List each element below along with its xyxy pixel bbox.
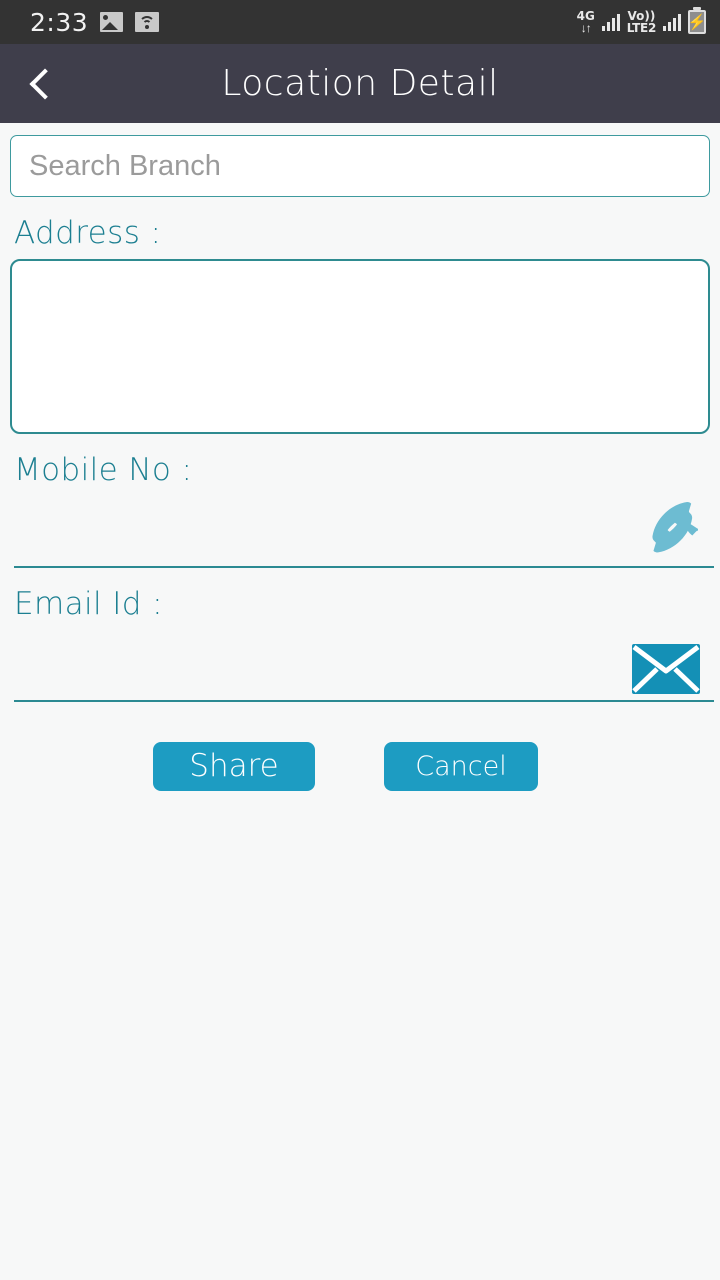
phone-icon[interactable] [644, 500, 698, 554]
wifi-icon [135, 12, 160, 32]
battery-charging-icon: ⚡ [688, 10, 706, 34]
status-bar-right: 4G ↓↑ Vo)) LTE2 ⚡ [577, 10, 706, 34]
page-title: Location Detail [221, 63, 499, 104]
address-label: Address : [14, 215, 162, 251]
email-field-underline [14, 700, 714, 702]
signal-bars-sim1-icon [601, 13, 620, 31]
action-buttons-row: Share Cancel [10, 742, 710, 791]
mobile-field-underline [14, 566, 714, 568]
email-field-wrapper [14, 630, 714, 702]
email-label: Email Id : [14, 586, 163, 622]
back-chevron-icon [29, 67, 61, 100]
network-type-indicator: 4G ↓↑ [577, 10, 595, 34]
lte-label: LTE2 [626, 21, 657, 35]
address-textarea[interactable] [10, 259, 710, 434]
screen-root: 2:33 4G ↓↑ Vo)) LTE2 ⚡ Location Detail S… [0, 0, 720, 1280]
mobile-field-wrapper [14, 496, 714, 568]
signal-bars-sim2-icon [663, 13, 681, 31]
envelope-icon[interactable] [632, 644, 700, 694]
form-content: Address : Mobile No : Email Id : [0, 123, 720, 791]
back-button[interactable] [0, 44, 90, 123]
mobile-input[interactable] [14, 508, 654, 568]
photo-icon [100, 12, 124, 32]
data-transfer-arrows-icon: ↓↑ [580, 21, 592, 35]
mobile-label: Mobile No : [14, 452, 193, 488]
share-button[interactable]: Share [153, 742, 315, 791]
status-bar: 2:33 4G ↓↑ Vo)) LTE2 ⚡ [0, 0, 720, 44]
volte-indicator: Vo)) LTE2 [626, 10, 657, 35]
status-time: 2:33 [30, 7, 89, 37]
cancel-button[interactable]: Cancel [384, 742, 538, 791]
email-input[interactable] [14, 642, 654, 702]
status-bar-left: 2:33 [30, 7, 160, 37]
search-branch-input[interactable] [10, 135, 710, 197]
app-bar: Location Detail [0, 44, 720, 123]
